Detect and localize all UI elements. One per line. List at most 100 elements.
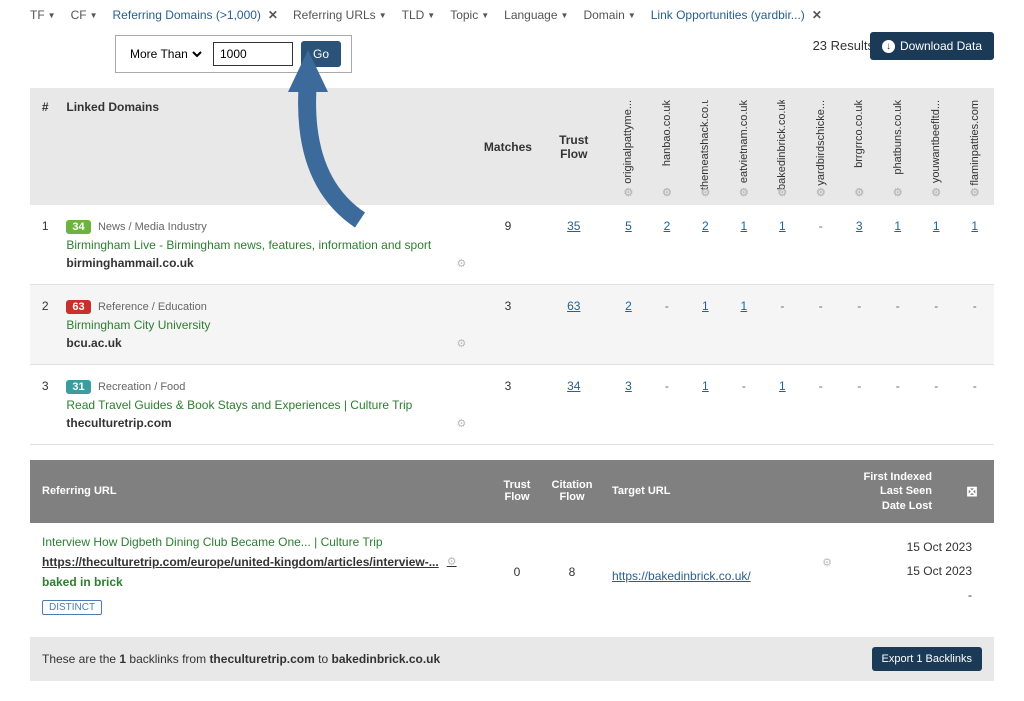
cell-link-count[interactable]: 1 <box>779 219 786 233</box>
cell-empty: - <box>665 379 669 393</box>
export-backlinks-button[interactable]: Export 1 Backlinks <box>872 647 982 671</box>
threshold-input[interactable] <box>213 42 293 66</box>
detail-header: Referring URL Trust Flow Citation Flow T… <box>30 460 994 523</box>
cell-link-count[interactable]: 1 <box>894 219 901 233</box>
col-domain-3[interactable]: eatvietnam.co.uk⚙ <box>725 88 763 205</box>
category-text: News / Media Industry <box>98 221 207 233</box>
gear-icon[interactable]: ⚙ <box>816 186 826 199</box>
col-dates: First Indexed Last Seen Date Lost <box>852 470 962 513</box>
anchor-text[interactable]: baked in brick <box>42 575 492 589</box>
table-row: 3 31 Recreation / Food Read Travel Guide… <box>30 365 994 445</box>
filter-domain[interactable]: Domain ▼ <box>583 8 635 22</box>
cell-empty: - <box>857 299 861 313</box>
linked-domain-cell: 63 Reference / Education Birmingham City… <box>60 285 477 365</box>
col-domain-9[interactable]: flaminpatties.com⚙ <box>955 88 994 205</box>
col-domain-4[interactable]: bakedinbrick.co.uk⚙ <box>763 88 801 205</box>
cell-link-count[interactable]: 1 <box>741 219 748 233</box>
col-domain-6[interactable]: brrgrrco.co.uk⚙ <box>840 88 878 205</box>
trust-flow-link[interactable]: 63 <box>567 299 580 313</box>
filter-language[interactable]: Language ▼ <box>504 8 568 22</box>
row-number: 1 <box>30 205 60 285</box>
table-row: 2 63 Reference / Education Birmingham Ci… <box>30 285 994 365</box>
distinct-tag[interactable]: DISTINCT <box>42 600 102 615</box>
matches-count: 3 <box>478 285 539 365</box>
results-table: # Linked Domains Matches Trust Flow orig… <box>30 88 994 445</box>
col-domain-2[interactable]: themeatshack.co.uk⚙ <box>686 88 724 205</box>
close-panel-button[interactable]: ⊠ <box>962 483 982 500</box>
cell-link-count[interactable]: 1 <box>741 299 748 313</box>
gear-icon[interactable]: ⚙ <box>700 186 710 199</box>
chevron-down-icon: ▼ <box>561 11 569 20</box>
gear-icon[interactable]: ⚙ <box>447 555 457 568</box>
gear-icon[interactable]: ⚙ <box>662 186 672 199</box>
cell-empty: - <box>934 379 938 393</box>
cell-empty: - <box>896 379 900 393</box>
col-domain-1[interactable]: hanbao.co.uk⚙ <box>648 88 686 205</box>
cell-link-count[interactable]: 5 <box>625 219 632 233</box>
col-trust-flow: Trust Flow <box>538 88 609 205</box>
domain-title-link[interactable]: Birmingham City University <box>66 318 471 332</box>
gear-icon[interactable]: ⚙ <box>822 556 832 569</box>
trust-flow-badge: 31 <box>66 380 90 394</box>
cell-link-count[interactable]: 2 <box>625 299 632 313</box>
cell-link-count[interactable]: 2 <box>702 219 709 233</box>
go-button[interactable]: Go <box>301 41 341 67</box>
col-linked-domains: Linked Domains <box>60 88 477 205</box>
filter-topic[interactable]: Topic ▼ <box>450 8 489 22</box>
referring-url-link[interactable]: https://theculturetrip.com/europe/united… <box>42 555 439 569</box>
cell-empty: - <box>857 379 861 393</box>
filter-input-group: More Than Go <box>115 35 352 73</box>
download-icon: ↓ <box>882 40 895 53</box>
filter-cf[interactable]: CF ▼ <box>71 8 98 22</box>
domain-name[interactable]: theculturetrip.com <box>66 416 171 430</box>
detail-citation-flow: 8 <box>542 535 602 579</box>
col-domain-7[interactable]: phatbuns.co.uk⚙ <box>878 88 916 205</box>
gear-icon[interactable]: ⚙ <box>931 186 941 199</box>
col-domain-5[interactable]: yardbirdschicke...⚙ <box>802 88 840 205</box>
gear-icon[interactable]: ⚙ <box>457 417 467 430</box>
domain-name[interactable]: birminghammail.co.uk <box>66 256 193 270</box>
close-icon[interactable]: ✕ <box>812 8 822 22</box>
cell-link-count[interactable]: 1 <box>702 299 709 313</box>
gear-icon[interactable]: ⚙ <box>624 186 634 199</box>
cell-link-count[interactable]: 2 <box>664 219 671 233</box>
cell-link-count[interactable]: 3 <box>856 219 863 233</box>
cell-link-count[interactable]: 1 <box>779 379 786 393</box>
gear-icon[interactable]: ⚙ <box>457 257 467 270</box>
filter-referring-urls[interactable]: Referring URLs ▼ <box>293 8 387 22</box>
target-url-link[interactable]: https://bakedinbrick.co.uk/ <box>612 569 751 583</box>
gear-icon[interactable]: ⚙ <box>893 186 903 199</box>
chevron-down-icon: ▼ <box>628 11 636 20</box>
chevron-down-icon: ▼ <box>379 11 387 20</box>
cell-link-count[interactable]: 3 <box>625 379 632 393</box>
gear-icon[interactable]: ⚙ <box>970 186 980 199</box>
cell-link-count[interactable]: 1 <box>933 219 940 233</box>
gear-icon[interactable]: ⚙ <box>854 186 864 199</box>
domain-name[interactable]: bcu.ac.uk <box>66 336 121 350</box>
comparator-select[interactable]: More Than <box>126 46 205 62</box>
table-row: 1 34 News / Media Industry Birmingham Li… <box>30 205 994 285</box>
download-data-button[interactable]: ↓ Download Data <box>870 32 994 60</box>
gear-icon[interactable]: ⚙ <box>457 337 467 350</box>
filter-referring-domains[interactable]: Referring Domains (>1,000) ✕ <box>113 8 278 22</box>
cell-link-count[interactable]: 1 <box>702 379 709 393</box>
chevron-down-icon: ▼ <box>48 11 56 20</box>
detail-body: Interview How Digbeth Dining Club Became… <box>30 523 994 627</box>
referring-page-title[interactable]: Interview How Digbeth Dining Club Became… <box>42 535 492 549</box>
col-domain-0[interactable]: originalpattyme...⚙ <box>609 88 647 205</box>
gear-icon[interactable]: ⚙ <box>777 186 787 199</box>
cell-link-count[interactable]: 1 <box>971 219 978 233</box>
detail-trust-flow: 0 <box>492 535 542 579</box>
trust-flow-link[interactable]: 34 <box>567 379 580 393</box>
gear-icon[interactable]: ⚙ <box>739 186 749 199</box>
filter-tf[interactable]: TF ▼ <box>30 8 56 22</box>
cell-empty: - <box>819 379 823 393</box>
filter-link-opportunities[interactable]: Link Opportunities (yardbir...) ✕ <box>651 8 822 22</box>
col-domain-8[interactable]: youwantbeefltd...⚙ <box>917 88 955 205</box>
filter-tld[interactable]: TLD ▼ <box>402 8 436 22</box>
close-icon[interactable]: ✕ <box>268 8 278 22</box>
cell-empty: - <box>973 379 977 393</box>
trust-flow-link[interactable]: 35 <box>567 219 580 233</box>
domain-title-link[interactable]: Read Travel Guides & Book Stays and Expe… <box>66 398 471 412</box>
domain-title-link[interactable]: Birmingham Live - Birmingham news, featu… <box>66 238 471 252</box>
